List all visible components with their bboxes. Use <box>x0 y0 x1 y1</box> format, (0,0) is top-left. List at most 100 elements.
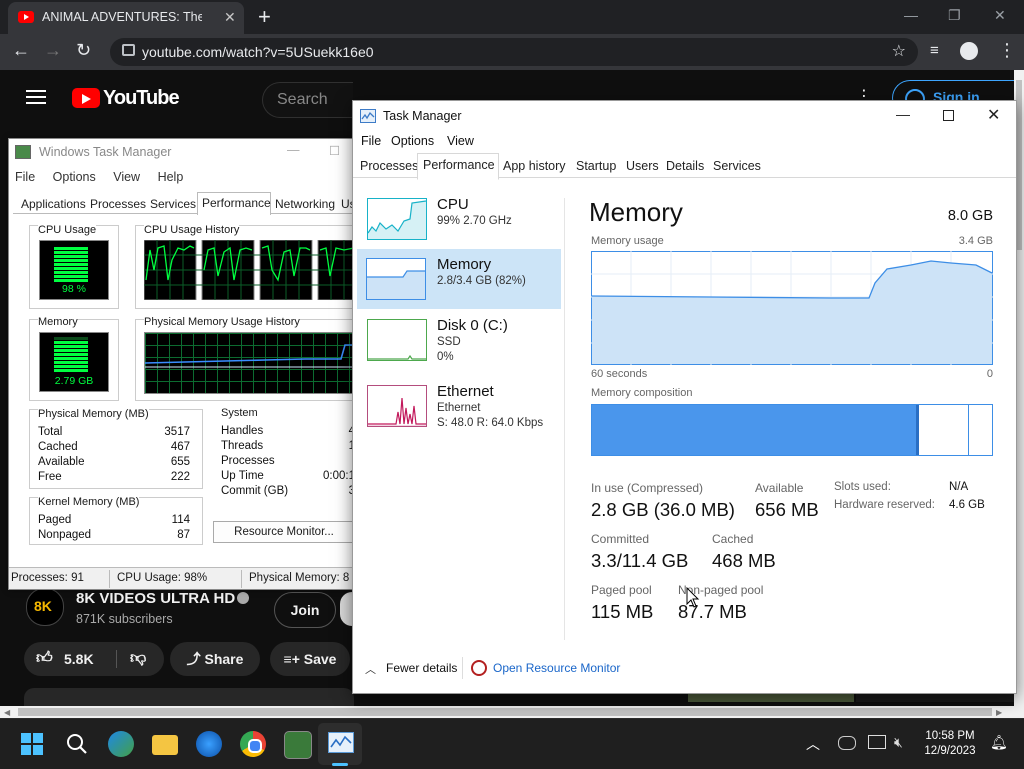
side-cpu-name: CPU <box>437 196 469 213</box>
task-manager-app-icon <box>15 145 31 159</box>
back-icon[interactable]: ← <box>12 40 30 61</box>
minimize-icon[interactable]: — <box>896 106 910 122</box>
scroll-left-icon[interactable]: ◀ <box>4 708 10 717</box>
page-horizontal-scrollbar[interactable]: ◀ ▶ <box>0 706 1024 718</box>
divider <box>116 650 117 668</box>
side-cpu-sub: 99% 2.70 GHz <box>437 215 512 227</box>
subscriber-count: 871K subscribers <box>76 612 173 626</box>
clock[interactable]: 10:58 PM 12/9/2023 <box>912 729 988 759</box>
side-memory-sub: 2.8/3.4 GB (82%) <box>437 275 526 287</box>
maximize-icon[interactable] <box>943 110 954 121</box>
notification-bell-icon[interactable]: 🔔︎ <box>990 734 1008 751</box>
classic-menu-bar: File Options View Help <box>15 170 197 184</box>
channel-name[interactable]: 8K VIDEOS ULTRA HD <box>76 590 235 607</box>
share-label: Share <box>204 651 244 667</box>
tm-menu-view[interactable]: View <box>447 134 474 148</box>
scroll-right-icon[interactable]: ▶ <box>996 708 1002 717</box>
volume-muted-icon[interactable]: 🔇︎ <box>894 734 903 751</box>
address-bar[interactable]: youtube.com/watch?v=5USuekk16e0 ☆ <box>110 38 918 66</box>
forward-icon[interactable]: → <box>44 40 62 61</box>
windows-taskbar: ︿ 🔇︎ 10:58 PM 12/9/2023 🔔︎ <box>0 718 1024 769</box>
memory-usage-graph <box>591 251 993 365</box>
youtube-logo-text: YouTube <box>103 87 180 109</box>
file-explorer-icon[interactable] <box>152 735 178 755</box>
memory-usage-max: 3.4 GB <box>958 235 993 247</box>
share-icon: ⤴ <box>186 651 205 667</box>
classic-menu-file[interactable]: File <box>15 170 35 184</box>
like-count[interactable]: 5.8K <box>64 642 94 676</box>
side-item-cpu[interactable]: CPU 99% 2.70 GHz <box>353 196 563 252</box>
like-icon[interactable]: 👍︎ <box>36 642 53 676</box>
onedrive-icon[interactable] <box>838 736 856 750</box>
physical-memory-history-graph <box>144 332 353 394</box>
classic-menu-view[interactable]: View <box>113 170 140 184</box>
composition-modified[interactable] <box>916 405 919 455</box>
browser-menu-icon[interactable]: ⋮ <box>998 40 1016 61</box>
join-button[interactable]: Join <box>274 592 336 628</box>
side-item-memory-selected[interactable]: Memory 2.8/3.4 GB (82%) <box>357 249 561 309</box>
cpu-usage-value: 98 % <box>62 283 86 295</box>
media-control-icon[interactable]: ≡ <box>930 42 939 59</box>
tab-startup[interactable]: Startup <box>576 159 616 181</box>
composition-in-use[interactable] <box>592 405 916 455</box>
lock-icon <box>122 44 135 56</box>
channel-avatar[interactable]: 8K <box>26 588 64 626</box>
reload-icon[interactable]: ↻ <box>76 40 91 61</box>
tm-menu-options[interactable]: Options <box>391 134 434 148</box>
resource-monitor-button[interactable]: Resource Monitor... <box>213 521 353 543</box>
memory-composition-label: Memory composition <box>591 387 693 399</box>
tab-users[interactable]: Users <box>626 159 659 181</box>
tab-performance[interactable]: Performance <box>423 158 495 180</box>
classic-menu-help[interactable]: Help <box>158 170 184 184</box>
classic-tab-performance[interactable]: Performance <box>202 196 271 214</box>
bookmark-star-icon[interactable]: ☆ <box>892 41 906 61</box>
status-divider <box>241 570 242 588</box>
classic-tab-processes[interactable]: Processes <box>90 197 146 215</box>
open-resource-monitor-link[interactable]: Open Resource Monitor <box>493 661 620 675</box>
tab-services[interactable]: Services <box>713 159 761 181</box>
tm-menu-file[interactable]: File <box>361 134 381 148</box>
tab-app-history[interactable]: App history <box>503 159 566 181</box>
classic-task-manager-taskbar-icon[interactable] <box>284 731 312 759</box>
save-icon: ≡+ <box>283 651 304 667</box>
edge-icon[interactable] <box>196 731 222 757</box>
show-hidden-icons-chevron-icon[interactable]: ︿ <box>806 734 820 754</box>
browser-tab[interactable]: ANIMAL ADVENTURES: The ✕ <box>8 2 244 34</box>
resource-monitor-icon <box>471 660 487 676</box>
classic-minimize-icon[interactable]: — <box>287 143 300 157</box>
tab-close-icon[interactable]: ✕ <box>224 9 236 26</box>
classic-tab-applications[interactable]: Applications <box>21 197 86 215</box>
new-tab-button[interactable]: + <box>258 4 271 30</box>
hamburger-menu-icon[interactable] <box>26 90 46 92</box>
classic-tab-services[interactable]: Services <box>150 197 196 215</box>
side-item-ethernet[interactable]: Ethernet Ethernet S: 48.0 R: 64.0 Kbps <box>353 383 563 445</box>
search-icon[interactable] <box>66 733 88 755</box>
subscribe-button[interactable] <box>340 592 352 626</box>
network-icon[interactable] <box>868 735 886 749</box>
memory-usage-label: Memory usage <box>591 235 664 247</box>
windows-start-icon[interactable] <box>21 733 43 755</box>
tab-processes[interactable]: Processes <box>360 159 418 181</box>
restore-icon[interactable]: ❐ <box>948 7 961 24</box>
close-icon[interactable]: ✕ <box>987 105 1000 125</box>
profile-icon[interactable] <box>960 42 978 60</box>
tab-details[interactable]: Details <box>666 159 704 181</box>
save-label: Save <box>303 651 337 667</box>
horizontal-scroll-thumb[interactable] <box>18 708 992 716</box>
close-window-icon[interactable]: ✕ <box>994 7 1006 24</box>
task-manager-taskbar-icon[interactable] <box>328 732 354 754</box>
save-button[interactable]: ≡+ Save <box>270 642 350 676</box>
side-item-disk[interactable]: Disk 0 (C:) SSD 0% <box>353 317 563 379</box>
chevron-up-icon[interactable]: ︿ <box>365 661 376 677</box>
fewer-details-link[interactable]: Fewer details <box>386 661 457 675</box>
share-button[interactable]: ⤴ Share <box>170 642 260 676</box>
edge-beta-icon[interactable] <box>108 731 134 757</box>
minimize-icon[interactable]: — <box>904 7 918 23</box>
classic-tab-networking[interactable]: Networking <box>275 197 335 215</box>
dislike-icon[interactable]: 👎︎ <box>130 642 146 676</box>
youtube-search-input[interactable]: Search <box>262 82 353 118</box>
classic-maximize-icon[interactable]: ☐ <box>329 143 340 158</box>
classic-tm-titlebar: Windows Task Manager — ☐ <box>9 139 353 165</box>
description-box[interactable] <box>24 688 354 706</box>
classic-menu-options[interactable]: Options <box>53 170 96 184</box>
